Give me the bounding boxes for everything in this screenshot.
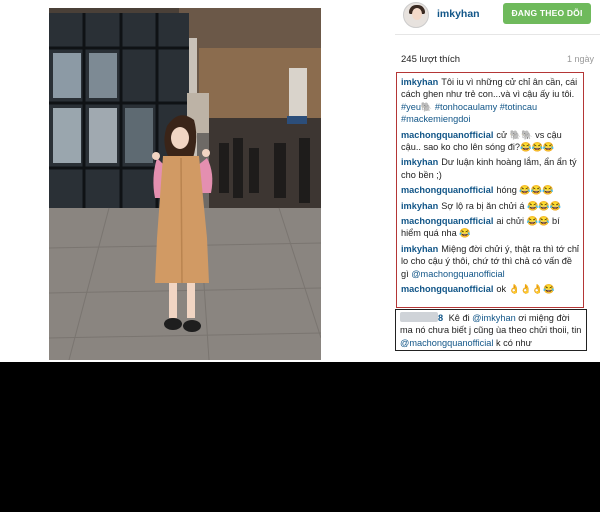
comment-item: imkyhan Miệng đời chửi ý, thật ra thì tớ … [401, 243, 579, 280]
comment-text: Sợ lộ ra bị ăn chửi á 😂😂😂 [441, 200, 562, 211]
avatar-face [412, 8, 422, 20]
comment-hashtags[interactable]: #yeu🐘 #tonhocaulamy #totincau #mackemien… [401, 102, 537, 124]
comment-item: machongquanofficial hóng 😂😂😂 [401, 184, 579, 196]
comment-mention[interactable]: @machongquanofficial [411, 269, 504, 279]
comment-item: machongquanofficial ai chửi 😂😂 bí hiểm qu… [401, 215, 579, 240]
comment-item: 8 Kê đi @imkyhan ơi miệng đời ma nó chưa… [400, 312, 582, 349]
black-background-area [0, 362, 600, 512]
post-photo[interactable] [49, 8, 321, 360]
comment-text: hóng 😂😂😂 [496, 185, 554, 196]
comment-item: imkyhan Dư luận kinh hoàng lắm, ẩn ẩn tý … [401, 156, 579, 181]
highlighted-comment-black: 8 Kê đi @imkyhan ơi miệng đời ma nó chưa… [395, 309, 587, 351]
header-divider [395, 34, 600, 35]
comment-username[interactable]: machongquanofficial [401, 185, 493, 195]
comment-username[interactable]: machongquanofficial [401, 130, 493, 140]
comment-username[interactable]: imkyhan [401, 157, 438, 167]
instagram-post-screenshot: imkyhan ĐANG THEO DÕI 245 lượt thích 1 n… [0, 0, 600, 362]
comment-item: machongquanofficial cử 🐘🐘 vs cậu cậu.. sa… [401, 129, 579, 154]
comment-username[interactable]: imkyhan [401, 77, 438, 87]
profile-username-link[interactable]: imkyhan [437, 8, 480, 20]
comment-item: imkyhan Sợ lộ ra bị ăn chửi á 😂😂😂 [401, 200, 579, 212]
highlighted-comments-red: imkyhan Tôi iu vì những cử chỉ ân cần, cá… [396, 72, 584, 308]
comment-username[interactable]: machongquanofficial [401, 284, 493, 294]
blurred-username [400, 312, 438, 322]
comment-username-suffix[interactable]: 8 [438, 313, 443, 323]
post-header: imkyhan ĐANG THEO DÕI [395, 0, 600, 34]
comment-item: machongquanofficial ok 👌👌👌😂 [401, 283, 579, 295]
avatar[interactable] [403, 2, 429, 28]
comment-text: Kê đi [446, 313, 473, 323]
comment-mention[interactable]: @imkyhan [472, 313, 516, 323]
comment-username[interactable]: imkyhan [401, 201, 438, 211]
comment-text: k có như [493, 337, 532, 348]
post-sidebar: imkyhan ĐANG THEO DÕI 245 lượt thích 1 n… [395, 0, 600, 362]
likes-count[interactable]: 245 lượt thích [401, 54, 460, 65]
comment-username[interactable]: machongquanofficial [401, 216, 493, 226]
following-button[interactable]: ĐANG THEO DÕI [503, 3, 591, 24]
photo-illustration [49, 8, 321, 360]
post-timestamp[interactable]: 1 ngày [567, 54, 594, 64]
comment-item: imkyhan Tôi iu vì những cử chỉ ân cần, cá… [401, 76, 579, 126]
comment-username[interactable]: imkyhan [401, 244, 438, 254]
comment-text: ok 👌👌👌😂 [496, 284, 555, 295]
comment-mention[interactable]: @machongquanofficial [400, 338, 493, 348]
